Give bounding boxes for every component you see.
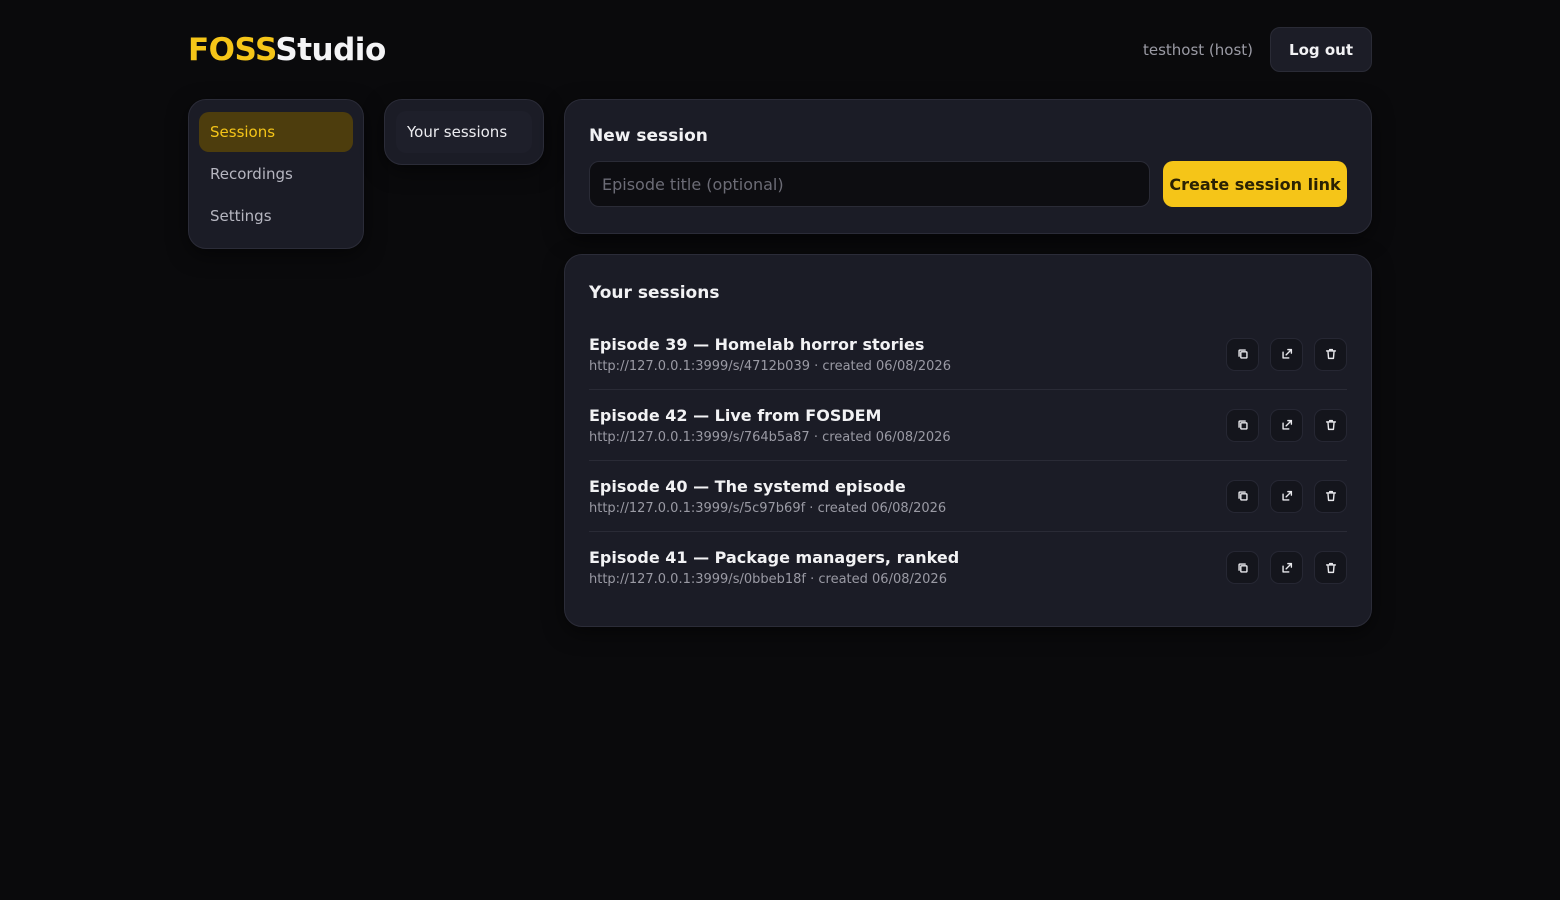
trash-icon — [1325, 562, 1336, 573]
session-info: Episode 42 — Live from FOSDEM http://127… — [589, 406, 951, 445]
session-title: Episode 39 — Homelab horror stories — [589, 334, 925, 354]
open-session-button[interactable] — [1270, 408, 1303, 442]
app-logo: FOSSStudio — [188, 32, 386, 68]
session-title: Episode 41 — Package managers, ranked — [589, 548, 960, 567]
trash-icon — [1325, 490, 1336, 502]
session-actions — [1226, 337, 1347, 371]
header-right: testhost (host) Log out — [1143, 27, 1372, 72]
session-meta: http://127.0.0.1:3999/s/5c97b69f · creat… — [589, 500, 947, 516]
session-meta: http://127.0.0.1:3999/s/764b5a87 · creat… — [589, 429, 951, 445]
subnav-item-your-sessions[interactable]: Your sessions — [396, 111, 532, 153]
session-info: Episode 40 — The systemd episode http://… — [589, 477, 946, 516]
copy-link-button[interactable] — [1226, 551, 1259, 584]
open-session-button[interactable] — [1270, 479, 1303, 513]
open-external-icon — [1281, 419, 1292, 430]
sidebar-nav: Sessions Recordings Settings — [188, 99, 364, 249]
session-list: Episode 39 — Homelab horror stories http… — [589, 319, 1347, 603]
session-meta: http://127.0.0.1:3999/s/0bbeb18f · creat… — [589, 572, 947, 587]
delete-session-button[interactable] — [1314, 551, 1347, 584]
open-external-icon — [1281, 490, 1292, 501]
copy-icon — [1237, 491, 1248, 501]
new-session-title: New session — [589, 126, 708, 146]
session-row: Episode 42 — Live from FOSDEM http://127… — [589, 390, 1347, 461]
copy-icon — [1237, 420, 1248, 430]
new-session-form: Create session link — [589, 161, 1347, 207]
open-external-icon — [1281, 562, 1292, 573]
trash-icon — [1325, 419, 1336, 431]
session-row: Episode 40 — The systemd episode http://… — [589, 461, 1347, 532]
copy-icon — [1237, 562, 1248, 573]
new-session-card: New session Create session link — [564, 99, 1372, 234]
app-header: FOSSStudio testhost (host) Log out — [188, 27, 1372, 72]
logo-rest: Studio — [275, 31, 386, 68]
delete-session-button[interactable] — [1314, 479, 1347, 513]
delete-session-button[interactable] — [1314, 337, 1347, 371]
open-session-button[interactable] — [1270, 337, 1303, 371]
sidebar-item-sessions[interactable]: Sessions — [199, 112, 353, 152]
sub-nav: Your sessions — [384, 99, 544, 165]
copy-link-button[interactable] — [1226, 408, 1259, 442]
sidebar-item-settings[interactable]: Settings — [199, 196, 353, 236]
episode-title-input[interactable] — [589, 161, 1150, 207]
sessions-title: Your sessions — [589, 283, 720, 303]
open-external-icon — [1281, 348, 1292, 359]
session-info: Episode 41 — Package managers, ranked ht… — [589, 548, 959, 587]
copy-link-button[interactable] — [1226, 479, 1259, 513]
copy-icon — [1237, 349, 1248, 359]
delete-session-button[interactable] — [1314, 408, 1347, 442]
sidebar-item-recordings[interactable]: Recordings — [199, 154, 353, 194]
logo-accent: FOSS — [188, 31, 276, 68]
session-actions — [1226, 551, 1347, 584]
session-title: Episode 40 — The systemd episode — [589, 476, 906, 496]
session-actions — [1226, 479, 1347, 513]
session-meta: http://127.0.0.1:3999/s/4712b039 · creat… — [589, 358, 951, 374]
create-session-link-button[interactable]: Create session link — [1163, 161, 1347, 207]
trash-icon — [1325, 348, 1336, 360]
sessions-card: Your sessions Episode 39 — Homelab horro… — [564, 254, 1372, 627]
session-title: Episode 42 — Live from FOSDEM — [589, 405, 882, 425]
session-row: Episode 41 — Package managers, ranked ht… — [589, 532, 1347, 603]
session-actions — [1226, 408, 1347, 442]
open-session-button[interactable] — [1270, 551, 1303, 584]
current-user-label: testhost (host) — [1142, 40, 1254, 59]
copy-link-button[interactable] — [1226, 337, 1259, 371]
logout-button[interactable]: Log out — [1270, 27, 1372, 72]
session-row: Episode 39 — Homelab horror stories http… — [589, 319, 1347, 390]
session-info: Episode 39 — Homelab horror stories http… — [589, 335, 951, 374]
